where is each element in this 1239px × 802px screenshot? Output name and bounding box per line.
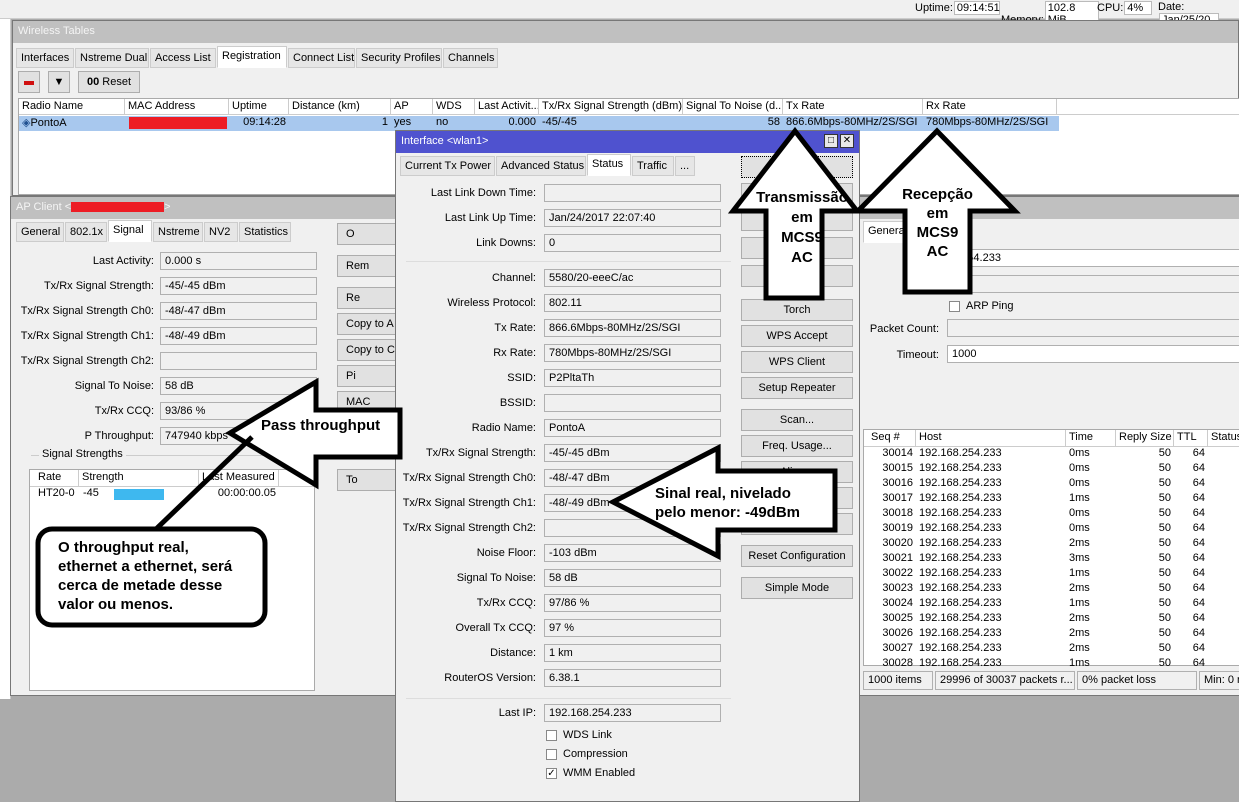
rx-note: Recepção em MCS9 AC — [902, 186, 973, 260]
throughput-note: O throughput real, ethernet a ethernet, s… — [58, 539, 233, 613]
callout-pointer — [153, 435, 254, 532]
annotations-layer — [35, 126, 1021, 628]
pass-throughput-note: Pass throughput — [261, 417, 381, 434]
signal-note: Sinal real, nivelado pelo menor: -49dBm — [655, 485, 801, 521]
tx-note: Transmissão em MCS9 AC — [756, 189, 848, 266]
